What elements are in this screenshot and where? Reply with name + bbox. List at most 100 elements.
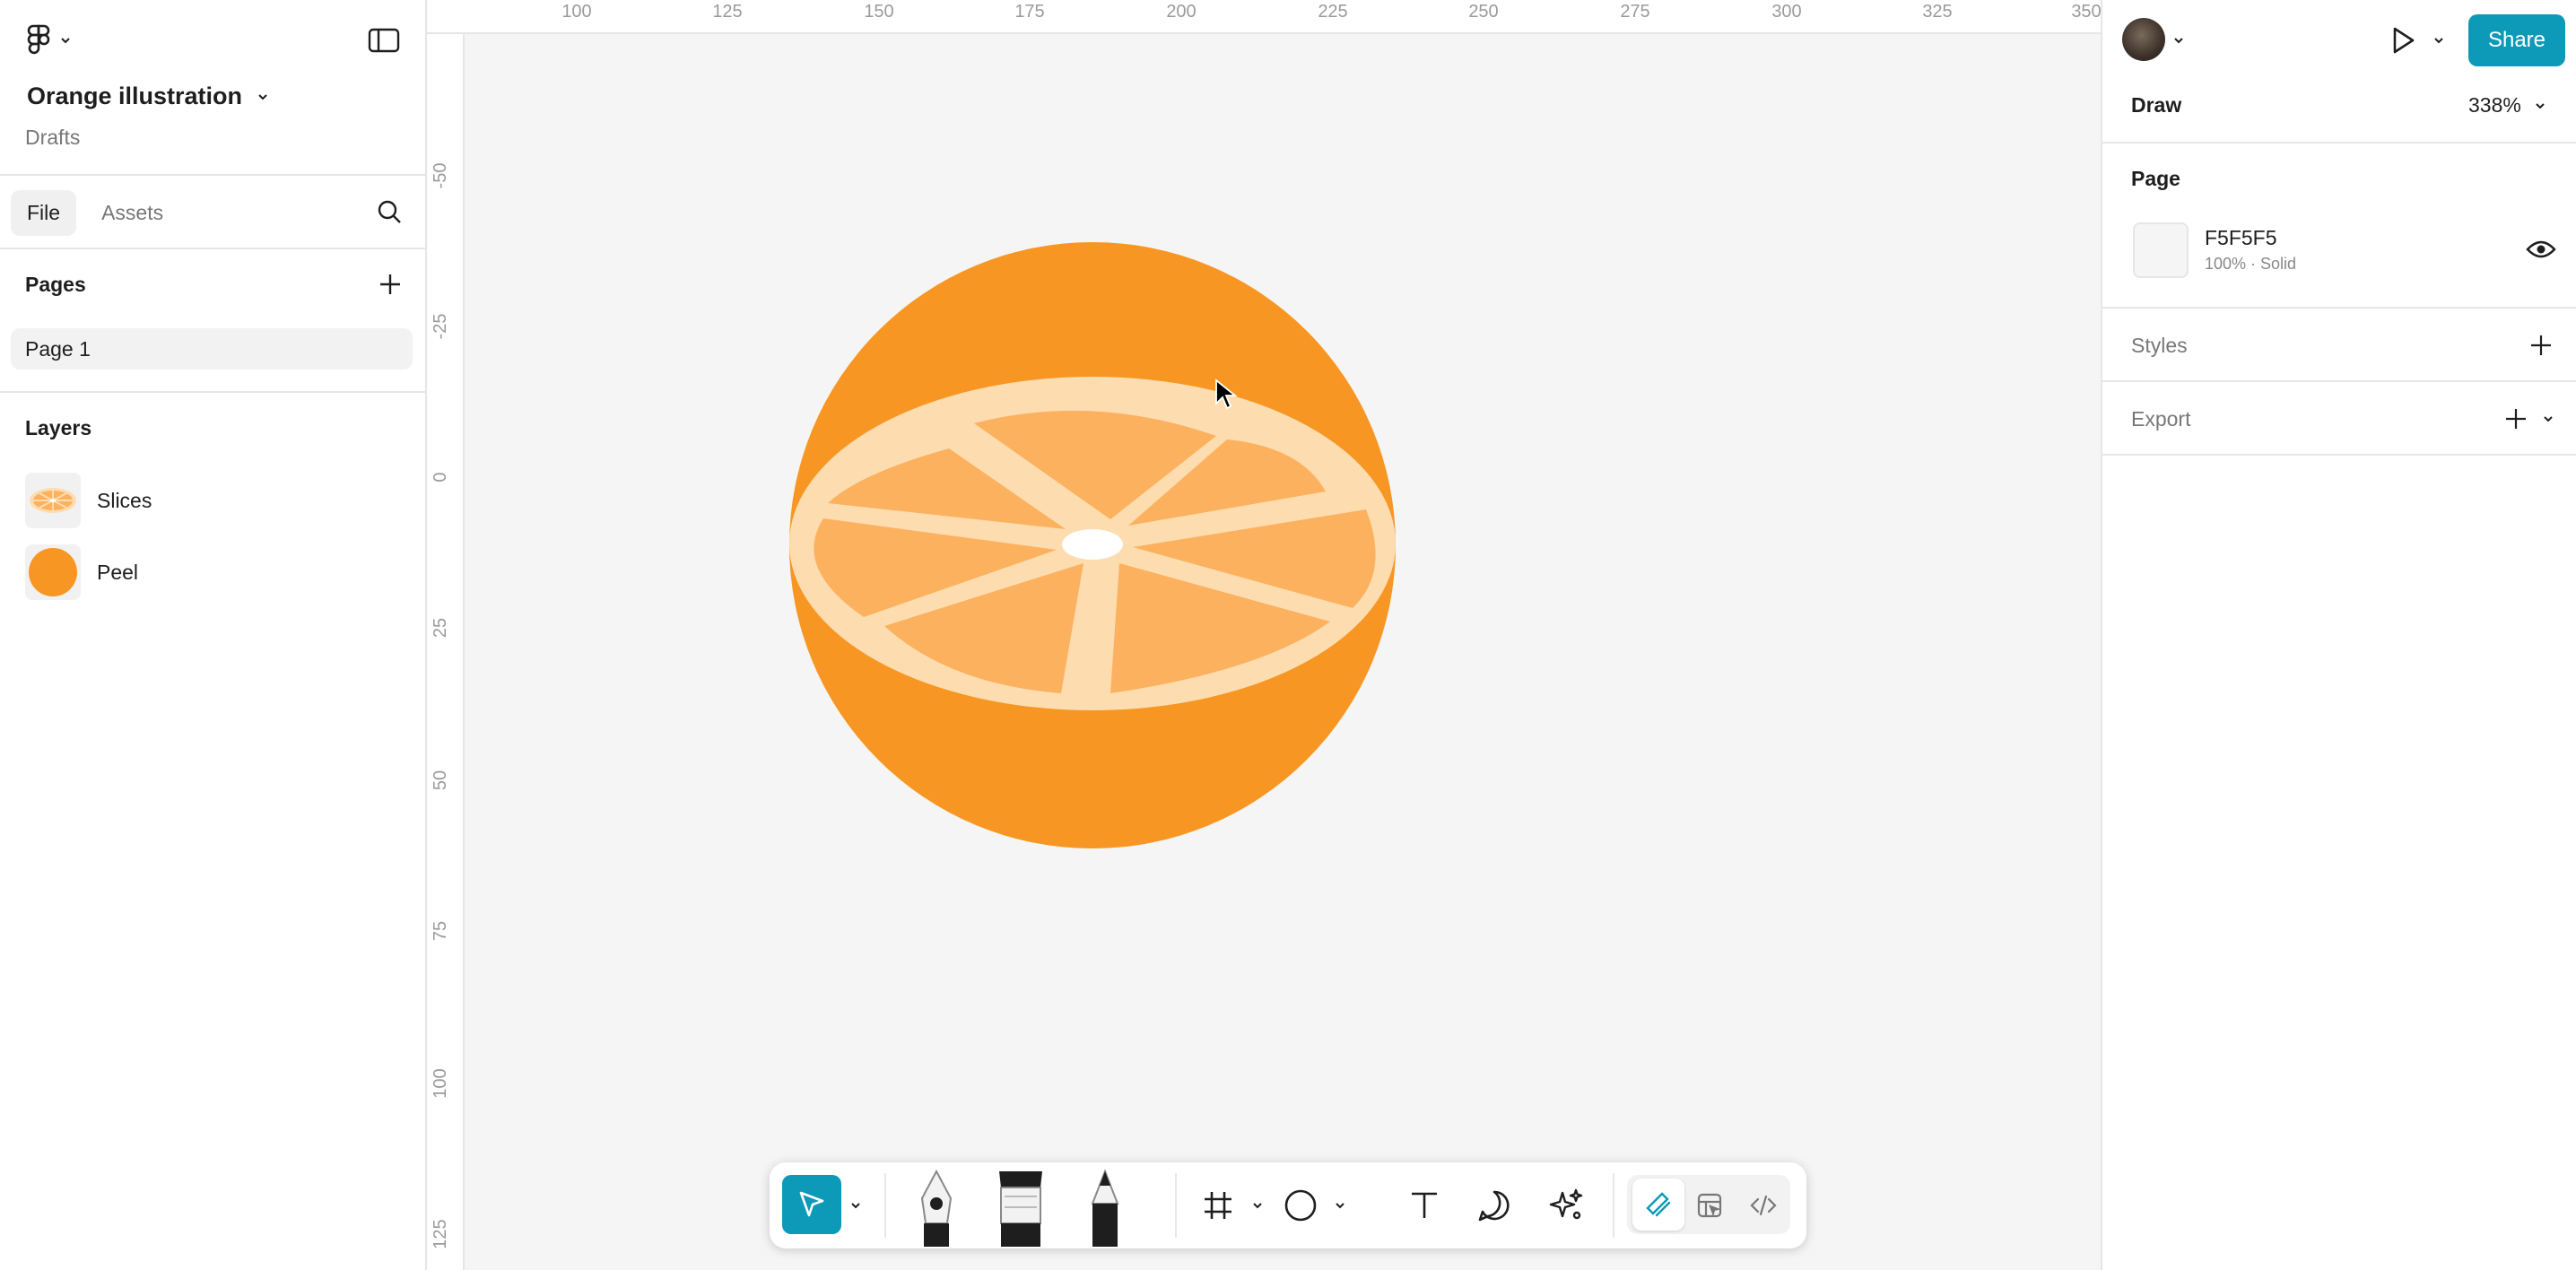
zoom-dropdown[interactable]: 338%	[2468, 93, 2546, 117]
chevron-down-icon[interactable]	[2432, 36, 2445, 45]
text-tool-button[interactable]	[1405, 1186, 1444, 1225]
page-fill-swatch[interactable]	[2133, 222, 2189, 278]
ruler-tick-label: 125	[712, 2, 743, 22]
styles-label: Styles	[2131, 334, 2188, 357]
comment-tool-button[interactable]	[1475, 1186, 1514, 1225]
page-item-label: Page 1	[25, 337, 91, 361]
slices-group[interactable]	[789, 377, 1396, 710]
move-tool-button[interactable]	[782, 1175, 841, 1234]
zoom-value: 338%	[2468, 93, 2521, 117]
divider	[2102, 454, 2576, 456]
main-menu-button[interactable]	[27, 23, 81, 57]
layer-label: Peel	[97, 560, 139, 584]
properties-panel: Share Draw 338% Page F5F5F5 100% · Solid…	[2101, 0, 2576, 1270]
shape-tool-options[interactable]	[1331, 1195, 1349, 1216]
sidebar-tabs: File Assets	[11, 190, 179, 236]
sidebar-icon	[368, 28, 400, 53]
chevron-down-icon	[1336, 1203, 1345, 1209]
ruler-tick-label: 25	[431, 617, 450, 639]
divider	[2102, 142, 2576, 144]
page-section-title: Page	[2131, 167, 2180, 190]
ruler-tick-label: 200	[1166, 2, 1197, 22]
mode-label: Draw	[2131, 93, 2182, 117]
ruler-tick-label: 75	[431, 920, 450, 942]
chevron-down-icon	[61, 38, 70, 44]
design-canvas[interactable]	[465, 34, 2101, 1270]
toggle-sidebar-button[interactable]	[368, 27, 400, 54]
ruler-tick-label: 150	[864, 2, 894, 22]
page-fill-detail: 100% · Solid	[2205, 255, 2297, 273]
draw-mode-button[interactable]	[1632, 1179, 1684, 1231]
avatar[interactable]	[2122, 18, 2165, 61]
design-mode-button[interactable]	[1690, 1186, 1729, 1225]
ruler-tick-label: 100	[561, 2, 592, 22]
ruler-tick-label: 175	[1014, 2, 1045, 22]
pencil-tool-button[interactable]	[1076, 1168, 1134, 1248]
search-button[interactable]	[375, 197, 404, 226]
divider	[0, 174, 425, 176]
file-title: Orange illustration	[27, 83, 243, 109]
figma-logo-icon	[27, 24, 50, 55]
ruler-tick-label: 0	[431, 472, 450, 483]
add-page-button[interactable]	[377, 271, 404, 298]
tab-assets[interactable]: Assets	[85, 190, 179, 236]
ruler-tick-label: 225	[1318, 2, 1348, 22]
add-style-icon[interactable]	[2528, 332, 2554, 359]
divider	[2102, 380, 2576, 382]
ruler-tick-label: 275	[1620, 2, 1650, 22]
design-mode-icon	[1697, 1193, 1722, 1218]
text-icon	[1412, 1192, 1437, 1218]
move-tool-options[interactable]	[847, 1195, 865, 1216]
pages-title: Pages	[25, 273, 86, 296]
brush-icon	[999, 1171, 1042, 1247]
frame-tool-options[interactable]	[1249, 1195, 1266, 1216]
pencil-icon	[1091, 1169, 1119, 1247]
page-item[interactable]: Page 1	[11, 328, 413, 370]
mouse-pointer-icon	[1215, 378, 1238, 410]
ellipse-tool-button[interactable]	[1281, 1186, 1320, 1225]
ruler-tick-label: 300	[1771, 2, 1802, 22]
chevron-down-icon	[1253, 1203, 1262, 1209]
search-icon	[378, 200, 401, 223]
frame-tool-button[interactable]	[1198, 1186, 1238, 1225]
ruler-tick-label: 50	[431, 770, 450, 791]
chevron-down-icon[interactable]	[2172, 36, 2185, 45]
file-location[interactable]: Drafts	[25, 126, 80, 150]
layer-label: Slices	[97, 488, 152, 512]
export-label: Export	[2131, 407, 2191, 431]
present-play-icon[interactable]	[2388, 25, 2418, 56]
frame-icon	[1205, 1192, 1231, 1219]
ruler-tick-label: -50	[431, 162, 450, 189]
share-button[interactable]: Share	[2468, 14, 2565, 66]
layers-title: Layers	[25, 416, 92, 439]
slices-thumbnail-icon	[30, 488, 76, 513]
page-fill-hex[interactable]: F5F5F5	[2205, 226, 2277, 250]
dev-mode-icon	[1750, 1195, 1777, 1216]
peel-thumbnail-icon	[29, 548, 77, 596]
ruler-tick-label: 250	[1468, 2, 1499, 22]
ruler-tick-label: 325	[1922, 2, 1953, 22]
ruler-tick-label: 350	[2071, 2, 2102, 22]
ai-sparkle-icon	[1549, 1188, 1583, 1220]
plus-icon	[380, 274, 400, 294]
ellipse-icon	[1284, 1189, 1317, 1222]
layer-slices[interactable]: Slices	[25, 472, 402, 529]
layer-peel[interactable]: Peel	[25, 544, 402, 601]
brush-tool-button[interactable]	[992, 1168, 1049, 1248]
tab-file[interactable]: File	[11, 190, 77, 236]
orange-illustration[interactable]	[788, 240, 1397, 850]
divider	[0, 391, 425, 393]
dev-mode-button[interactable]	[1744, 1186, 1783, 1225]
draw-mode-icon	[1646, 1192, 1671, 1217]
chevron-down-icon[interactable]	[2542, 414, 2554, 423]
pen-tool-button[interactable]	[908, 1168, 965, 1248]
move-icon	[799, 1191, 824, 1217]
vertical-ruler: -50 -25 0 25 50 75 100 125	[427, 34, 465, 1270]
file-title-button[interactable]: Orange illustration	[27, 83, 269, 110]
ai-tool-button[interactable]	[1546, 1186, 1586, 1225]
layer-thumbnail	[25, 473, 81, 528]
toolbar-divider	[1175, 1173, 1177, 1238]
chevron-down-icon	[258, 93, 267, 100]
add-export-icon[interactable]	[2502, 405, 2529, 432]
eye-icon[interactable]	[2526, 239, 2556, 260]
